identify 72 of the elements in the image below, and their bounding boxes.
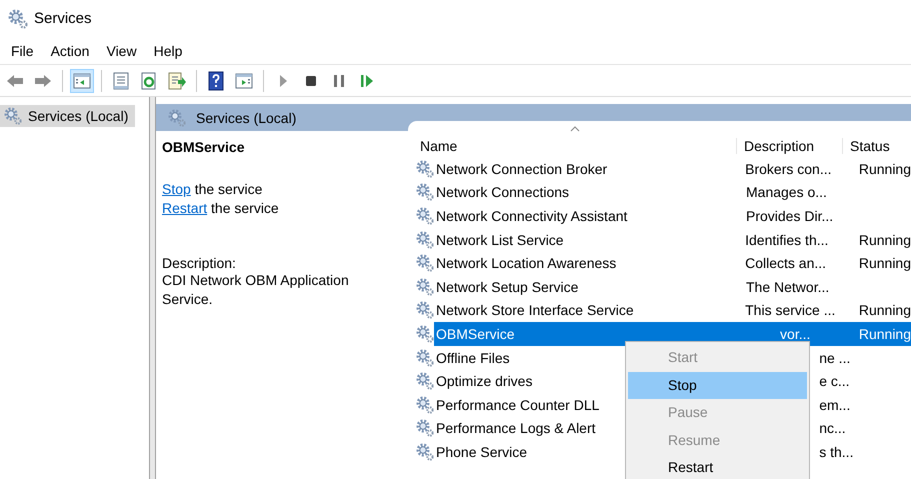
gear-icon [416, 183, 434, 202]
service-name-cell[interactable]: OBMService [436, 326, 515, 342]
description-cell: Manages o... [746, 184, 827, 200]
tree-item[interactable]: Services (Local) [0, 105, 135, 127]
service-name-cell[interactable]: Phone Service [436, 444, 528, 460]
menu-item[interactable]: Help [146, 42, 190, 58]
action-text: Restart the service [162, 199, 280, 218]
app-icon [8, 8, 28, 28]
column-header[interactable]: Description [736, 138, 842, 154]
status-cell: Running [858, 232, 911, 248]
description-cell: Brokers con... [745, 160, 832, 177]
description-label: Description: [162, 255, 237, 271]
window-title: Services [34, 10, 92, 27]
action-link[interactable]: Stop [162, 181, 191, 197]
service-name-cell[interactable]: Network Connection Broker [436, 160, 608, 177]
service-name-cell[interactable]: Network List Service [436, 232, 564, 248]
status-cell: Running [858, 326, 911, 342]
gear-icon [416, 206, 434, 225]
service-name: OBMService [162, 139, 246, 155]
context-menu-item[interactable]: Restart [628, 454, 807, 479]
gear-icon [416, 324, 434, 343]
status-cell: Running [858, 255, 911, 272]
status-cell: Running [858, 160, 911, 177]
description-cell: nc... [819, 420, 846, 436]
description-cell: The Networ... [746, 278, 830, 295]
description-cell: This service ... [745, 302, 836, 318]
description-cell: Provides Dir... [746, 208, 834, 224]
service-name-cell[interactable]: Network Setup Service [436, 278, 578, 295]
properties-icon [111, 70, 131, 90]
gear-icon [416, 230, 434, 249]
menu-item[interactable]: File [4, 42, 41, 58]
description-cell: e c... [819, 373, 850, 390]
gear-icon [416, 278, 434, 296]
gear-icon [416, 419, 434, 438]
service-name-cell[interactable]: Performance Counter DLL [436, 396, 600, 413]
gear-icon [4, 107, 22, 125]
service-name-cell[interactable]: Network Connections [436, 184, 570, 200]
export-list-icon [167, 70, 187, 90]
column-header[interactable]: Status [842, 138, 890, 154]
action-text: Stop the service [162, 180, 264, 199]
gear-icon [416, 301, 434, 320]
description-cell: ne ... [819, 350, 850, 366]
service-name-cell[interactable]: Network Connectivity Assistant [436, 208, 628, 224]
action-link[interactable]: Restart [162, 200, 208, 216]
status-cell: Running [858, 302, 911, 318]
gear-icon [416, 160, 434, 178]
menu-item[interactable]: View [99, 42, 144, 58]
menu-item[interactable]: Action [44, 42, 96, 58]
description-cell: Identifies th... [745, 232, 828, 248]
gear-icon [416, 372, 434, 390]
column-header[interactable]: Name [416, 138, 736, 154]
description-cell: s th... [819, 444, 854, 460]
gear-icon [416, 348, 434, 367]
service-name-cell[interactable]: Network Store Interface Service [436, 302, 634, 318]
description-cell: vor... [780, 326, 810, 342]
description-text: CDI Network OBM Application Service. [162, 271, 350, 309]
help-icon [206, 70, 226, 90]
console-tree-icon [72, 70, 92, 90]
service-name-cell[interactable]: Optimize drives [436, 373, 532, 390]
service-name-cell[interactable]: Offline Files [436, 350, 510, 366]
action-pane-icon [234, 70, 254, 90]
context-menu-item[interactable]: Stop [628, 372, 807, 399]
description-cell: em... [819, 396, 850, 413]
gear-icon [416, 442, 434, 461]
description-cell: Collects an... [745, 255, 826, 272]
gear-icon [168, 108, 186, 126]
gear-icon [416, 254, 434, 272]
service-name-cell[interactable]: Network Location Awareness [436, 255, 616, 272]
pane-title: Services (Local) [196, 110, 296, 126]
gear-icon [416, 396, 434, 414]
service-name-cell[interactable]: Performance Logs & Alert [436, 420, 596, 436]
sort-icon [570, 126, 580, 132]
